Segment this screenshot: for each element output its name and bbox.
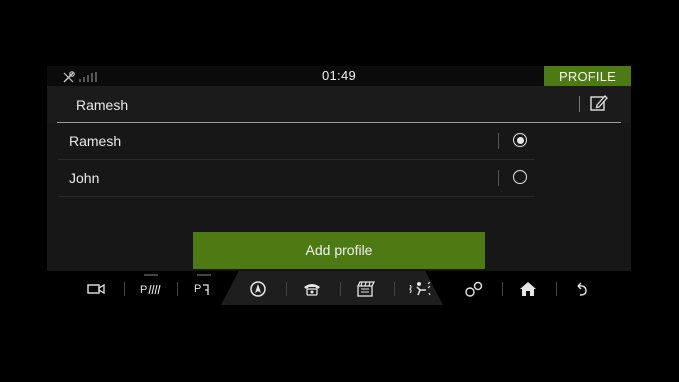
phone-icon xyxy=(304,284,320,296)
nav-climate[interactable] xyxy=(395,271,445,307)
nav-back[interactable] xyxy=(557,271,607,307)
park-distance-icon: P xyxy=(140,284,161,296)
row-divider xyxy=(498,133,499,149)
current-profile-name: Ramesh xyxy=(76,97,129,113)
radio-selected[interactable] xyxy=(513,133,527,147)
park-assist-icon: P xyxy=(194,283,209,295)
bottom-nav-bar: P P xyxy=(47,271,631,307)
nav-home[interactable] xyxy=(503,271,553,307)
apps-icon xyxy=(465,281,483,297)
profile-screen: 01:49 PROFILE Ramesh Ramesh John Add pro… xyxy=(47,66,631,302)
current-profile-header: Ramesh xyxy=(47,86,631,123)
nav-navigation[interactable] xyxy=(233,271,283,307)
nav-divider xyxy=(177,282,178,296)
edit-icon xyxy=(590,95,608,111)
header-divider xyxy=(579,96,580,112)
climate-icon xyxy=(409,281,431,296)
radio-dot xyxy=(516,136,524,144)
nav-park-assist[interactable]: P xyxy=(179,271,229,307)
profile-name: Ramesh xyxy=(69,133,122,149)
radio-unselected[interactable] xyxy=(513,170,527,184)
back-icon xyxy=(577,282,587,296)
list-item[interactable]: Ramesh xyxy=(58,123,535,160)
home-icon xyxy=(520,282,536,296)
nav-camera[interactable] xyxy=(71,271,121,307)
camera-icon xyxy=(87,283,105,295)
section-title: PROFILE xyxy=(544,66,631,86)
media-icon xyxy=(357,281,376,297)
list-item[interactable]: John xyxy=(58,160,535,197)
edit-profile-button[interactable] xyxy=(587,93,611,115)
status-bar: 01:49 PROFILE xyxy=(47,66,631,86)
nav-media[interactable] xyxy=(341,271,391,307)
svg-text:P: P xyxy=(194,283,201,295)
add-profile-button[interactable]: Add profile xyxy=(193,232,485,269)
nav-apps[interactable] xyxy=(449,271,499,307)
profile-name: John xyxy=(69,170,100,186)
nav-divider xyxy=(124,282,125,296)
navigation-icon xyxy=(250,281,266,297)
row-divider xyxy=(498,170,499,186)
nav-park-distance[interactable]: P xyxy=(126,271,176,307)
profile-list: Ramesh John xyxy=(58,123,535,197)
svg-text:P: P xyxy=(140,284,147,296)
nav-phone[interactable] xyxy=(287,271,337,307)
